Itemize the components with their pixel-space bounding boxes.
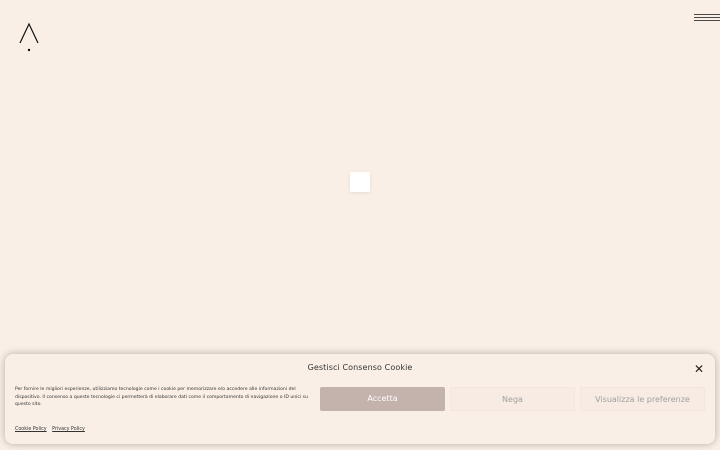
page: Gestisci Consenso Cookie ✕ Per fornire l… [0,0,720,450]
lambda-logo-icon[interactable] [18,21,40,53]
deny-button[interactable]: Nega [450,387,575,411]
cookie-policy-link[interactable]: Cookie Policy [15,427,47,432]
menu-line [694,20,720,21]
cookie-links: Cookie Policy Privacy Policy [15,427,89,432]
loading-spinner [350,172,370,192]
hamburger-menu-icon[interactable] [692,12,720,24]
cookie-message: Per fornire le migliori esperienze, util… [15,387,308,408]
cookie-banner-title: Gestisci Consenso Cookie [307,363,413,372]
privacy-policy-link[interactable]: Privacy Policy [52,427,85,432]
view-preferences-button[interactable]: Visualizza le preferenze [580,387,705,411]
accept-button[interactable]: Accetta [320,387,445,411]
close-icon[interactable]: ✕ [692,362,706,376]
cookie-consent-banner: Gestisci Consenso Cookie ✕ Per fornire l… [5,354,715,444]
menu-line [694,17,720,18]
menu-line [694,14,720,15]
